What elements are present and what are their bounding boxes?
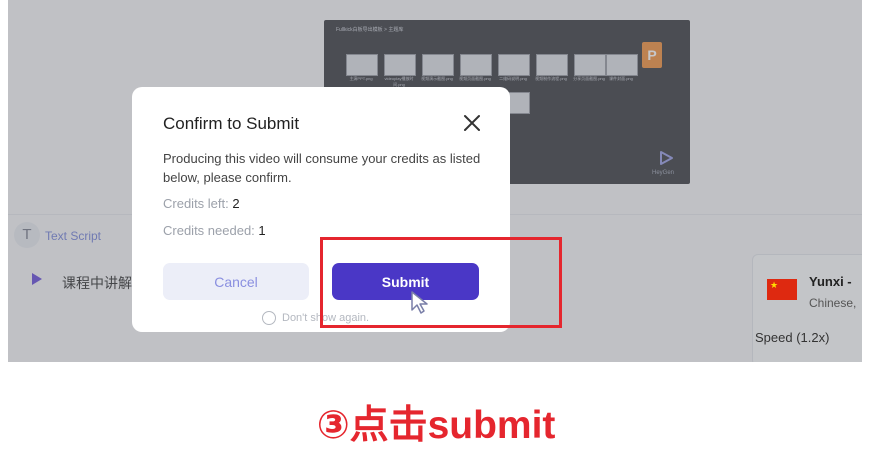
highlight-annotation-box (320, 237, 562, 328)
credits-left-label: Credits left: (163, 196, 229, 211)
cancel-button[interactable]: Cancel (163, 263, 309, 300)
credits-needed-label: Credits needed: (163, 223, 255, 238)
close-icon[interactable] (460, 111, 484, 135)
dialog-description: Producing this video will consume your c… (163, 151, 481, 185)
step-caption: ③点击submit (316, 404, 556, 447)
credits-needed-row: Credits needed: 1 (163, 223, 266, 238)
voice-name[interactable]: Yunxi - (809, 274, 852, 289)
dialog-title: Confirm to Submit (163, 114, 300, 133)
radio-icon[interactable] (262, 311, 276, 325)
credits-left-value: 2 (232, 196, 240, 211)
credits-needed-value: 1 (258, 223, 266, 238)
speed-label[interactable]: Speed (1.2x) (755, 330, 829, 345)
china-flag-icon: ★ (767, 279, 797, 300)
credits-left-row: Credits left: 2 (163, 196, 240, 211)
voice-language: Chinese, (809, 296, 857, 310)
